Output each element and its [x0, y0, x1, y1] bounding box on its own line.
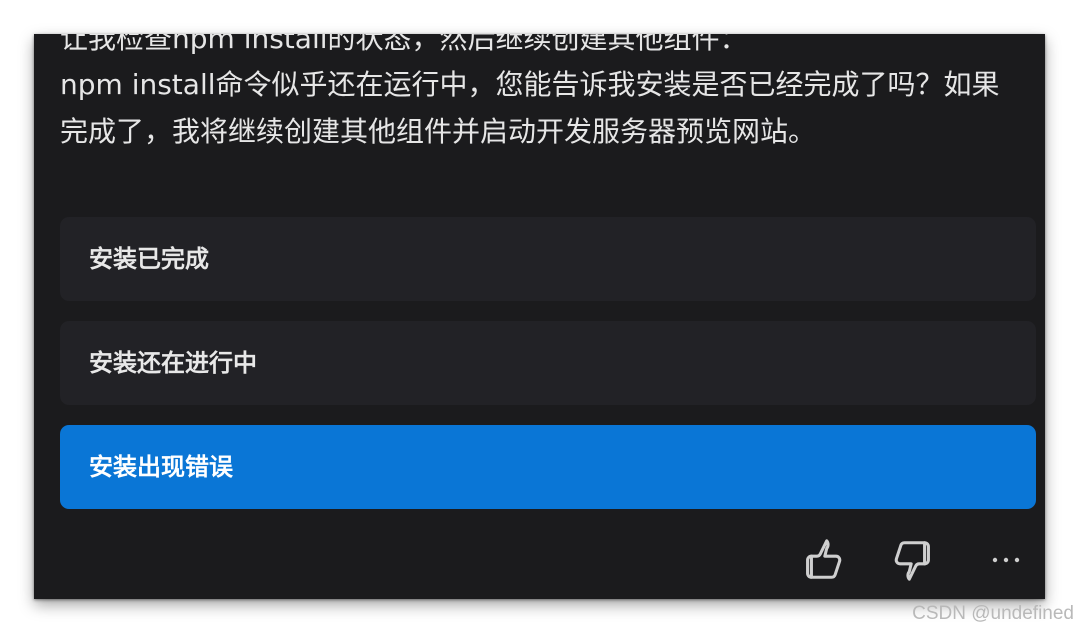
option-label: 安装出现错误 — [89, 453, 233, 481]
previous-message-line: 让我检查npm install的状态，然后继续创建其他组件： — [60, 34, 748, 55]
more-horizontal-icon[interactable] — [986, 544, 1026, 576]
option-install-complete[interactable]: 安装已完成 — [60, 217, 1036, 301]
screenshot-canvas: 让我检查npm install的状态，然后继续创建其他组件： npm insta… — [0, 0, 1080, 634]
thumbs-down-icon[interactable] — [892, 537, 938, 583]
option-install-error[interactable]: 安装出现错误 — [60, 425, 1036, 509]
thumbs-up-icon[interactable] — [798, 537, 844, 583]
option-install-in-progress[interactable]: 安装还在进行中 — [60, 321, 1036, 405]
option-label: 安装已完成 — [89, 245, 209, 273]
watermark: CSDN @undefined — [912, 603, 1074, 624]
chat-panel: 让我检查npm install的状态，然后继续创建其他组件： npm insta… — [34, 34, 1045, 599]
option-label: 安装还在进行中 — [89, 349, 257, 377]
assistant-message: npm install命令似乎还在运行中，您能告诉我安装是否已经完成了吗？如果完… — [60, 68, 1000, 148]
